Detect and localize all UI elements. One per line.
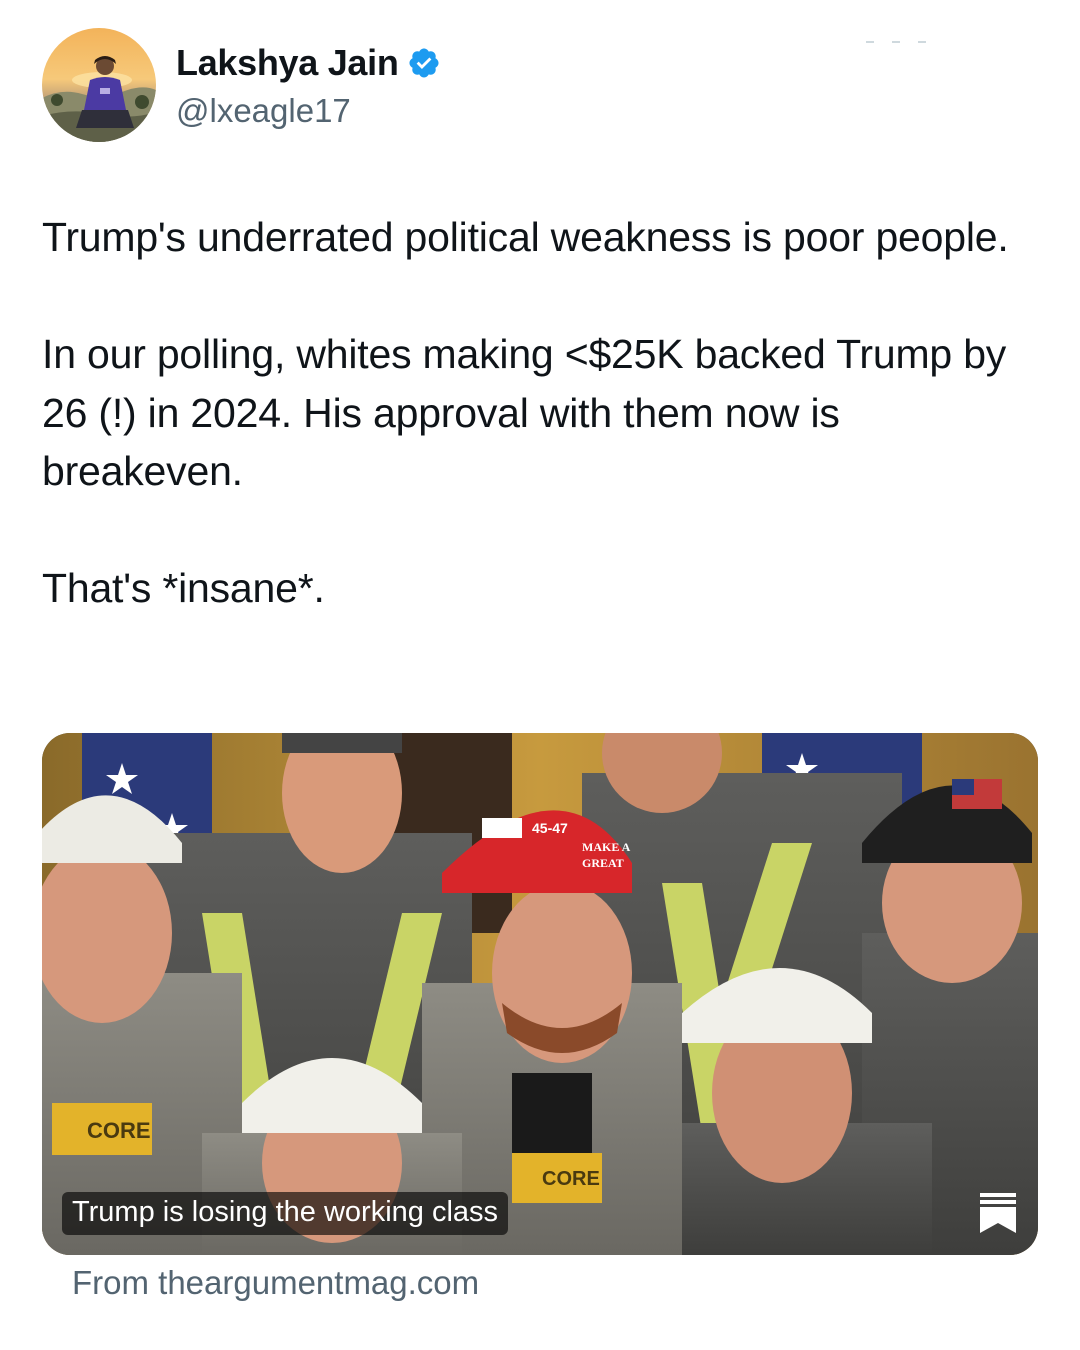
tweet-paragraph: Trump's underrated political weakness is…: [42, 214, 1009, 260]
author-avatar[interactable]: [42, 28, 156, 142]
helmet-label: GREAT: [582, 856, 624, 870]
card-title: Trump is losing the working class: [62, 1192, 509, 1235]
tweet-paragraph: That's *insane*.: [42, 565, 325, 611]
helmet-label: MAKE A: [582, 840, 631, 854]
badge-label: CORE: [542, 1168, 600, 1190]
badge-label: CORE: [87, 1118, 151, 1143]
more-options-icon[interactable]: [866, 40, 926, 44]
author-display-name[interactable]: Lakshya Jain: [176, 42, 399, 84]
tweet-paragraph: In our polling, whites making <$25K back…: [42, 331, 1007, 494]
card-source-domain[interactable]: From theargumentmag.com: [72, 1264, 479, 1302]
author-name-row[interactable]: Lakshya Jain: [176, 42, 441, 84]
tweet-header: Lakshya Jain @lxeagle17: [42, 28, 1042, 148]
author-handle[interactable]: @lxeagle17: [176, 92, 351, 130]
link-preview-card[interactable]: CORE 45-47 MAKE A GREAT CORE Trump is lo…: [42, 733, 1038, 1255]
bookmark-stack-icon: [980, 1193, 1016, 1233]
verified-badge-icon: [407, 46, 441, 80]
helmet-label: 45-47: [532, 820, 568, 836]
card-image: CORE 45-47 MAKE A GREAT CORE: [42, 733, 1038, 1255]
tweet-body: Trump's underrated political weakness is…: [42, 208, 1042, 618]
